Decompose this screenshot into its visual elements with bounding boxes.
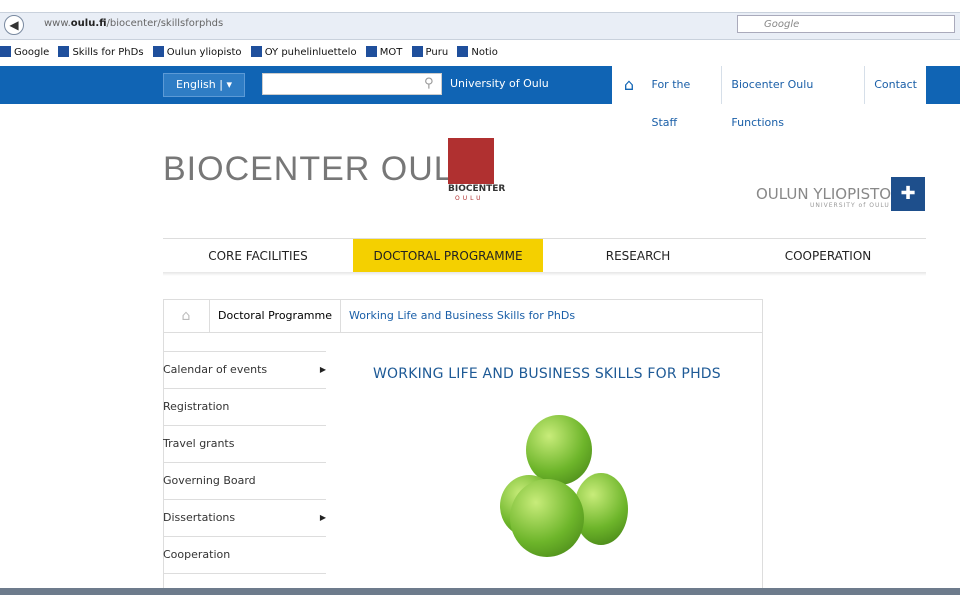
chevron-right-icon: ▶ [319,513,326,522]
search-icon[interactable]: ⚲ [424,76,434,91]
bookmark-mot[interactable]: MOT [365,42,402,64]
nav-core-facilities[interactable]: CORE FACILITIES [163,239,353,273]
logo-mark-sublabel: OULU [455,195,484,202]
bookmarks-bar: Google Skills for PhDs Oulun yliopisto O… [0,42,960,64]
site-search-input[interactable] [262,73,442,95]
university-link[interactable]: University of Oulu [450,77,549,90]
bookmark-skills[interactable]: Skills for PhDs [58,42,144,64]
bookmark-icon [457,46,469,57]
bookmark-icon [365,46,377,57]
apple [526,415,592,485]
site-logo-text[interactable]: BIOCENTER OULU [163,150,479,189]
taskbar [0,588,960,595]
bookmark-notio[interactable]: Notio [457,42,498,64]
biocenter-logo-mark[interactable] [448,138,494,184]
bookmark-icon [58,46,70,57]
page-title: WORKING LIFE AND BUSINESS SKILLS FOR PHD… [373,366,721,382]
apples-image [490,405,640,565]
top-right-nav: For the Staff Biocenter Oulu Functions C… [612,66,926,129]
bookmark-oulun-yliopisto[interactable]: Oulun yliopisto [152,42,242,64]
bookmark-google[interactable]: Google [0,42,49,64]
logo-mark-label: BIOCENTER [448,184,506,194]
university-logo-subtext: UNIVERSITY of OULU [810,202,890,209]
university-logo-text[interactable]: OULUN YLIOPISTO [756,185,891,203]
language-select[interactable]: English | ▾ [163,73,245,97]
bookmark-icon [250,46,262,57]
functions-link[interactable]: Biocenter Oulu Functions [722,66,866,129]
bookmark-icon [152,46,164,57]
nav-doctoral-programme[interactable]: DOCTORAL PROGRAMME [353,239,543,273]
url-text[interactable]: www.oulu.fi/biocenter/skillsforphds [44,18,223,29]
nav-cooperation[interactable]: COOPERATION [733,239,923,273]
side-item-cooperation[interactable]: Cooperation [163,536,326,574]
staff-link[interactable]: For the Staff [643,66,723,129]
side-item-travel-grants[interactable]: Travel grants [163,425,326,462]
side-item-governing-board[interactable]: Governing Board [163,462,326,499]
bookmark-icon [411,46,423,57]
apple [510,479,584,557]
browser-search-input[interactable]: Google [737,15,955,33]
side-item-dissertations[interactable]: Dissertations ▶ [163,499,326,536]
breadcrumb-current: Working Life and Business Skills for PhD… [349,308,576,322]
university-logo-icon[interactable]: ✚ [891,177,925,211]
nav-research[interactable]: RESEARCH [543,239,733,273]
breadcrumb: ⌂ Doctoral Programme Working Life and Bu… [163,298,763,333]
contact-link[interactable]: Contact [865,66,926,104]
home-icon[interactable]: ⌂ [612,66,646,104]
side-menu: Calendar of events ▶ Registration Travel … [163,351,326,574]
breadcrumb-doctoral[interactable]: Doctoral Programme [210,298,342,333]
nav-shadow [163,272,926,276]
back-button[interactable]: ◀ [4,15,24,35]
bookmark-puhelinluettelo[interactable]: OY puhelinluettelo [250,42,357,64]
bookmark-icon [0,46,11,57]
main-nav: CORE FACILITIES DOCTORAL PROGRAMME RESEA… [163,238,926,274]
breadcrumb-home-icon[interactable]: ⌂ [163,298,210,333]
bookmark-puru[interactable]: Puru [411,42,448,64]
side-item-registration[interactable]: Registration [163,388,326,425]
chevron-right-icon: ▶ [319,365,326,374]
side-item-calendar[interactable]: Calendar of events ▶ [163,351,326,388]
